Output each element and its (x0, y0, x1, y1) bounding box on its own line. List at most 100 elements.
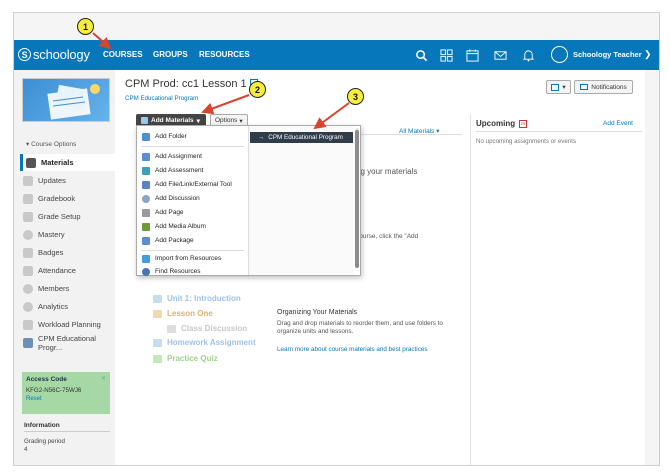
materials-icon (26, 157, 36, 168)
reset-link[interactable]: Reset (26, 396, 106, 402)
logo-icon: S (18, 48, 31, 61)
nav-groups[interactable]: GROUPS (153, 50, 188, 59)
quiz-icon (153, 354, 162, 363)
envelope-icon (580, 84, 589, 90)
access-code-box: ✕ Access Code KFG2-N56C-75WJ6 Reset (22, 372, 110, 414)
attendance-icon (23, 265, 33, 276)
menu-item-cpm-educational-program[interactable]: → CPM Educational Program (250, 132, 353, 143)
messages-icon[interactable] (493, 48, 507, 62)
notifications-icon[interactable] (521, 48, 535, 62)
access-code-value: KFG2-N56C-75WJ6 (26, 387, 82, 394)
organizing-text: Drag and drop materials to reorder them,… (277, 320, 443, 335)
chevron-down-icon: ▾ (562, 84, 566, 91)
menu-item-import-resources[interactable]: Import from Resources (137, 252, 248, 265)
sidebar-item-badges[interactable]: Badges (20, 244, 115, 261)
learn-more-link[interactable]: Learn more about course materials and be… (277, 346, 428, 353)
find-icon (142, 267, 150, 276)
grading-period: Grading period 4 (24, 438, 65, 454)
hint-line: course, click the "Add (356, 233, 419, 240)
sidebar-item-mastery[interactable]: Mastery (20, 226, 115, 243)
list-item: Unit 1: Introduction (153, 294, 241, 303)
scrollbar-thumb[interactable] (355, 130, 359, 268)
sidebar-item-analytics[interactable]: Analytics (20, 298, 115, 315)
discussion-icon (142, 194, 150, 203)
sidebar-item-materials[interactable]: Materials (20, 154, 115, 171)
course-subtitle-link[interactable]: CPM Educational Program (125, 95, 198, 102)
resources-submenu: → CPM Educational Program (248, 126, 354, 275)
sidebar-item-workload-planning[interactable]: Workload Planning (20, 316, 115, 333)
sidebar-item-cpm[interactable]: CPM Educational Progr... (20, 334, 115, 352)
menu-item-label: CPM Educational Program (268, 134, 343, 141)
package-icon (142, 236, 150, 245)
menu-item-add-assignment[interactable]: Add Assignment (137, 150, 248, 163)
menu-item-add-file-link[interactable]: Add File/Link/External Tool (137, 178, 248, 191)
course-options-label: Course Options (31, 141, 77, 148)
callout-2: 2 (249, 81, 266, 98)
sidebar-item-updates[interactable]: Updates (20, 172, 115, 189)
callout-3: 3 (347, 88, 364, 105)
gradebook-icon (23, 193, 33, 204)
discussion-icon (167, 324, 176, 333)
file-link-icon (142, 180, 150, 189)
menu-item-label: Add Assignment (155, 153, 202, 160)
information-heading: Information (24, 422, 60, 429)
course-image (22, 78, 110, 122)
apps-icon[interactable] (439, 48, 453, 62)
menu-item-add-page[interactable]: Add Page (137, 206, 248, 219)
calendar-icon[interactable] (465, 48, 479, 62)
menu-item-label: Add Folder (155, 133, 187, 140)
menu-item-add-media-album[interactable]: Add Media Album (137, 220, 248, 233)
user-name[interactable]: Schoology Teacher (573, 50, 642, 59)
folder-icon (153, 294, 162, 303)
avatar[interactable] (551, 46, 568, 63)
menu-item-add-assessment[interactable]: Add Assessment (137, 164, 248, 177)
notifications-button-label: Notifications (591, 83, 627, 91)
upcoming-empty-text: No upcoming assignments or events (476, 138, 577, 145)
nav-resources[interactable]: RESOURCES (199, 50, 250, 59)
sidebar-item-label: Analytics (38, 302, 69, 311)
close-icon[interactable]: ✕ (101, 375, 106, 382)
menu-item-add-folder[interactable]: Add Folder (137, 130, 248, 143)
grading-period-label: Grading period (24, 438, 65, 445)
options-label: Options (215, 117, 238, 124)
assessment-icon (142, 166, 150, 175)
search-icon[interactable] (414, 48, 428, 62)
members-icon (23, 283, 33, 294)
sidebar-item-grade-setup[interactable]: Grade Setup (20, 208, 115, 225)
sidebar-item-label: Members (38, 284, 70, 293)
add-materials-menu-list: Add Folder Add Assignment Add Assessment… (137, 126, 248, 278)
sidebar-item-gradebook[interactable]: Gradebook (20, 190, 115, 207)
updates-icon (23, 175, 33, 186)
top-navigation-bar: S schoology COURSES GROUPS RESOURCES Sch… (14, 40, 659, 70)
menu-scrollbar[interactable] (355, 128, 359, 268)
material-label: Lesson One (167, 309, 213, 318)
material-label: Class Discussion (181, 324, 248, 333)
assignment-icon (142, 152, 150, 161)
sidebar-item-label: Mastery (38, 230, 65, 239)
calendar-icon[interactable]: 29 (519, 120, 527, 128)
menu-item-find-resources[interactable]: Find Resources (137, 265, 248, 278)
schoology-logo[interactable]: S schoology (18, 47, 90, 62)
add-event-link[interactable]: Add Event (603, 120, 633, 127)
sidebar-item-label: Gradebook (38, 194, 76, 203)
badges-icon (23, 247, 33, 258)
chevron-down-icon: ▾ (196, 117, 200, 125)
notifications-button[interactable]: Notifications (574, 80, 633, 94)
course-options-toggle[interactable]: ▾ Course Options (26, 140, 76, 148)
menu-item-label: Add Package (155, 237, 194, 244)
callout-1: 1 (77, 18, 94, 35)
upcoming-heading: Upcoming (476, 119, 516, 128)
nav-courses[interactable]: COURSES (103, 50, 143, 59)
menu-item-add-discussion[interactable]: Add Discussion (137, 192, 248, 205)
menu-item-label: Find Resources (155, 268, 201, 275)
sidebar-item-members[interactable]: Members (20, 280, 115, 297)
layout-toggle-button[interactable]: ▾ (546, 80, 571, 94)
lesson-icon (153, 309, 162, 318)
chevron-down-icon[interactable]: ❯ (644, 49, 652, 60)
menu-item-add-package[interactable]: Add Package (137, 234, 248, 247)
menu-item-label: Add File/Link/External Tool (155, 181, 232, 188)
material-label: Unit 1: Introduction (167, 294, 241, 303)
course-title-text: CPM Prod: cc1 Lesson 1 (125, 78, 247, 90)
sidebar-item-attendance[interactable]: Attendance (20, 262, 115, 279)
course-sidebar: ▾ Course Options Materials Updates Grade… (14, 70, 115, 465)
